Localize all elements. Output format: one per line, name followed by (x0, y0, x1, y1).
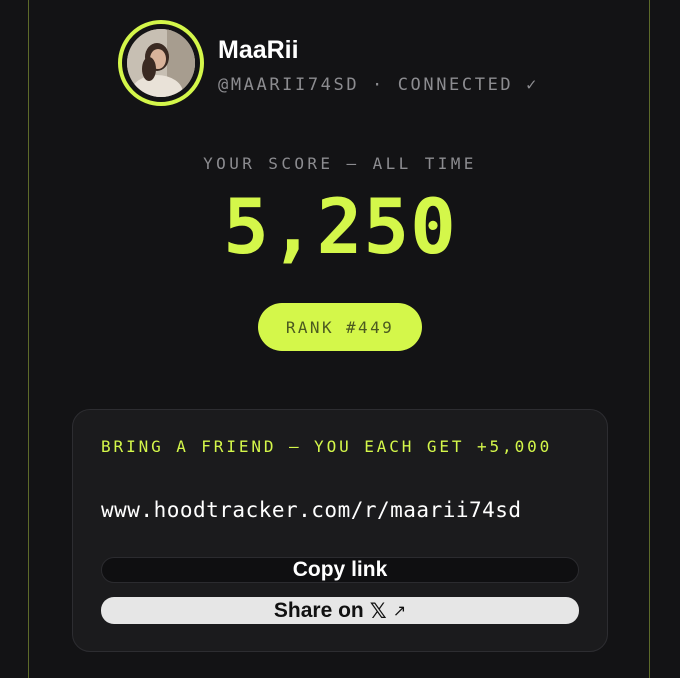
x-logo-icon: 𝕏 (369, 598, 387, 623)
referral-card: BRING A FRIEND — YOU EACH GET +5,000 www… (72, 409, 608, 652)
display-name: MaaRii (218, 36, 299, 64)
referral-title: BRING A FRIEND — YOU EACH GET +5,000 (101, 437, 553, 456)
referral-link[interactable]: www.hoodtracker.com/r/maarii74sd (101, 498, 522, 522)
user-handle: @MAARII74SD (218, 75, 360, 95)
rank-badge: RANK #449 (258, 303, 422, 351)
score-caption: YOUR SCORE — ALL TIME (203, 154, 477, 173)
connection-status: CONNECTED (397, 75, 514, 95)
avatar-ring (118, 20, 204, 106)
share-on-x-button[interactable]: Share on 𝕏 ↗ (101, 597, 579, 624)
score-value: 5,250 (223, 182, 457, 271)
checkmark-icon: ✓ (526, 75, 539, 95)
external-arrow-icon: ↗ (392, 601, 407, 620)
avatar (127, 29, 195, 97)
profile-header: MaaRii @MAARII74SD · CONNECTED ✓ (118, 20, 568, 110)
separator-dot: · (372, 75, 385, 95)
copy-link-label: Copy link (292, 558, 388, 581)
share-label: Share on (273, 598, 364, 622)
copy-link-button[interactable]: Copy link (101, 557, 579, 583)
handle-line: @MAARII74SD · CONNECTED ✓ (218, 75, 539, 95)
